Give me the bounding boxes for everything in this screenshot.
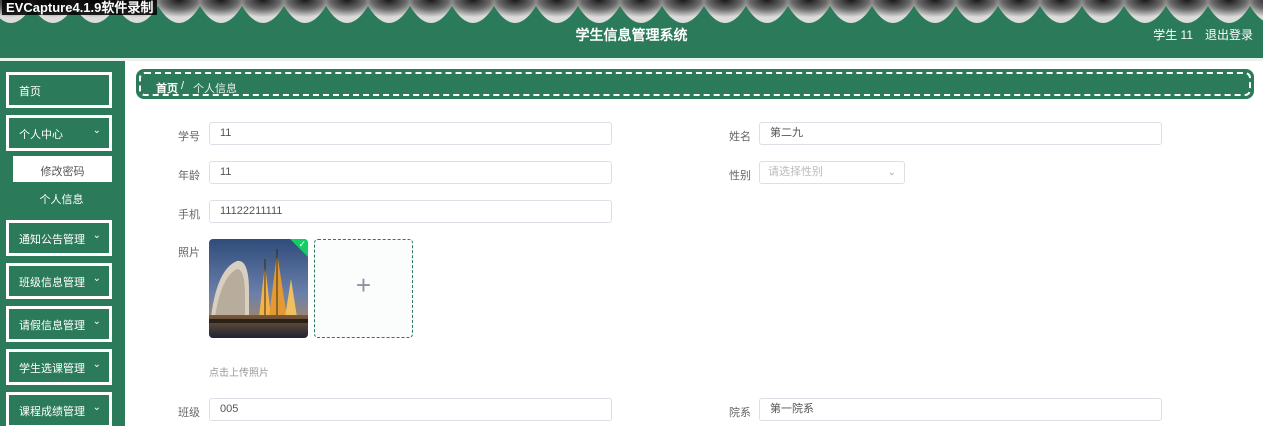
breadcrumb: [136, 69, 1254, 99]
sidebar-item-home[interactable]: 首页: [6, 72, 112, 108]
scallop-shape: [536, 0, 578, 23]
chevron-down-icon: ⌄: [92, 359, 101, 370]
plus-icon: +: [355, 270, 372, 300]
upload-photo-button[interactable]: +: [314, 239, 413, 338]
gender-placeholder: 请选择性别: [768, 166, 823, 178]
class-label: 班级: [178, 407, 200, 419]
chevron-down-icon: ⌄: [887, 167, 896, 178]
sidebar-item-notice[interactable]: 通知公告管理 ⌄: [6, 220, 112, 256]
scallop-shape: [578, 0, 620, 23]
scallop-shape: [788, 0, 830, 23]
recording-watermark: EVCapture4.1.9软件录制: [2, 0, 158, 15]
scallop-shape: [410, 0, 452, 23]
phone-field[interactable]: 11122211111: [209, 200, 612, 223]
sidebar-item-class[interactable]: 班级信息管理 ⌄: [6, 263, 112, 299]
logout-link[interactable]: 退出登录: [1205, 26, 1253, 43]
scallop-shape: [1040, 0, 1082, 23]
class-field[interactable]: 005: [209, 398, 612, 421]
current-user: 学生 11: [1153, 28, 1193, 42]
uploaded-photo[interactable]: ✓: [209, 239, 308, 338]
submenu-label: 个人信息: [39, 194, 84, 206]
sidebar-item-label: 个人中心: [19, 129, 63, 141]
scallop-decoration: [0, 0, 1263, 23]
sidebar-item-course[interactable]: 学生选课管理 ⌄: [6, 349, 112, 385]
scallop-shape: [620, 0, 662, 23]
college-label: 院系: [729, 407, 751, 419]
scallop-shape: [200, 0, 242, 23]
scallop-shape: [830, 0, 872, 23]
scallop-shape: [872, 0, 914, 23]
sidebar-item-grades[interactable]: 课程成绩管理 ⌄: [6, 392, 112, 428]
scallop-shape: [1082, 0, 1124, 23]
student-id-field[interactable]: 11: [209, 122, 612, 145]
sidebar-item-personal-center[interactable]: 个人中心 ⌄: [6, 115, 112, 151]
app-header: 学生信息管理系统 学生 11 退出登录: [0, 0, 1263, 60]
name-field[interactable]: 第二九: [759, 122, 1162, 145]
sidebar-item-label: 学生选课管理: [19, 363, 85, 375]
scallop-shape: [746, 0, 788, 23]
sidebar-item-label: 请假信息管理: [19, 320, 85, 332]
scallop-shape: [1124, 0, 1166, 23]
breadcrumb-home[interactable]: 首页: [156, 80, 178, 96]
scallop-shape: [368, 0, 410, 23]
chevron-down-icon: ⌄: [92, 402, 101, 413]
header-divider: [0, 58, 1263, 61]
sidebar-item-label: 通知公告管理: [19, 234, 85, 246]
name-label: 姓名: [729, 131, 751, 143]
breadcrumb-separator: /: [181, 80, 185, 92]
scallop-shape: [914, 0, 956, 23]
chevron-down-icon: ⌄: [92, 316, 101, 327]
phone-label: 手机: [178, 209, 200, 221]
scallop-shape: [662, 0, 704, 23]
check-icon: ✓: [298, 239, 306, 249]
scallop-shape: [284, 0, 326, 23]
photo-label: 照片: [178, 247, 200, 259]
scallop-shape: [326, 0, 368, 23]
scallop-shape: [998, 0, 1040, 23]
scallop-shape: [1208, 0, 1250, 23]
scallop-shape: [242, 0, 284, 23]
scallop-shape: [494, 0, 536, 23]
sidebar-item-label: 首页: [19, 86, 41, 98]
submenu-label: 修改密码: [40, 166, 85, 178]
student-id-label: 学号: [178, 131, 200, 143]
gender-select[interactable]: 请选择性别 ⌄: [759, 161, 905, 184]
sidebar-item-label: 班级信息管理: [19, 277, 85, 289]
system-title: 学生信息管理系统: [575, 27, 688, 43]
scallop-shape: [452, 0, 494, 23]
gender-label: 性别: [729, 170, 751, 182]
submenu-change-password[interactable]: 修改密码: [12, 155, 113, 183]
college-field[interactable]: 第一院系: [759, 398, 1162, 421]
chevron-down-icon: ⌄: [92, 230, 101, 241]
scallop-shape: [704, 0, 746, 23]
age-field[interactable]: 11: [209, 161, 612, 184]
scallop-shape: [158, 0, 200, 23]
submenu-personal-info[interactable]: 个人信息: [12, 184, 111, 210]
breadcrumb-current: 个人信息: [193, 83, 237, 95]
scallop-shape: [1166, 0, 1208, 23]
scallop-shape: [1250, 0, 1263, 21]
sidebar-item-leave[interactable]: 请假信息管理 ⌄: [6, 306, 112, 342]
sidebar-item-label: 课程成绩管理: [19, 406, 85, 418]
scallop-shape: [956, 0, 998, 23]
upload-tip: 点击上传照片: [209, 368, 269, 379]
chevron-down-icon: ⌄: [92, 125, 101, 136]
age-label: 年龄: [178, 170, 200, 182]
chevron-down-icon: ⌄: [92, 273, 101, 284]
